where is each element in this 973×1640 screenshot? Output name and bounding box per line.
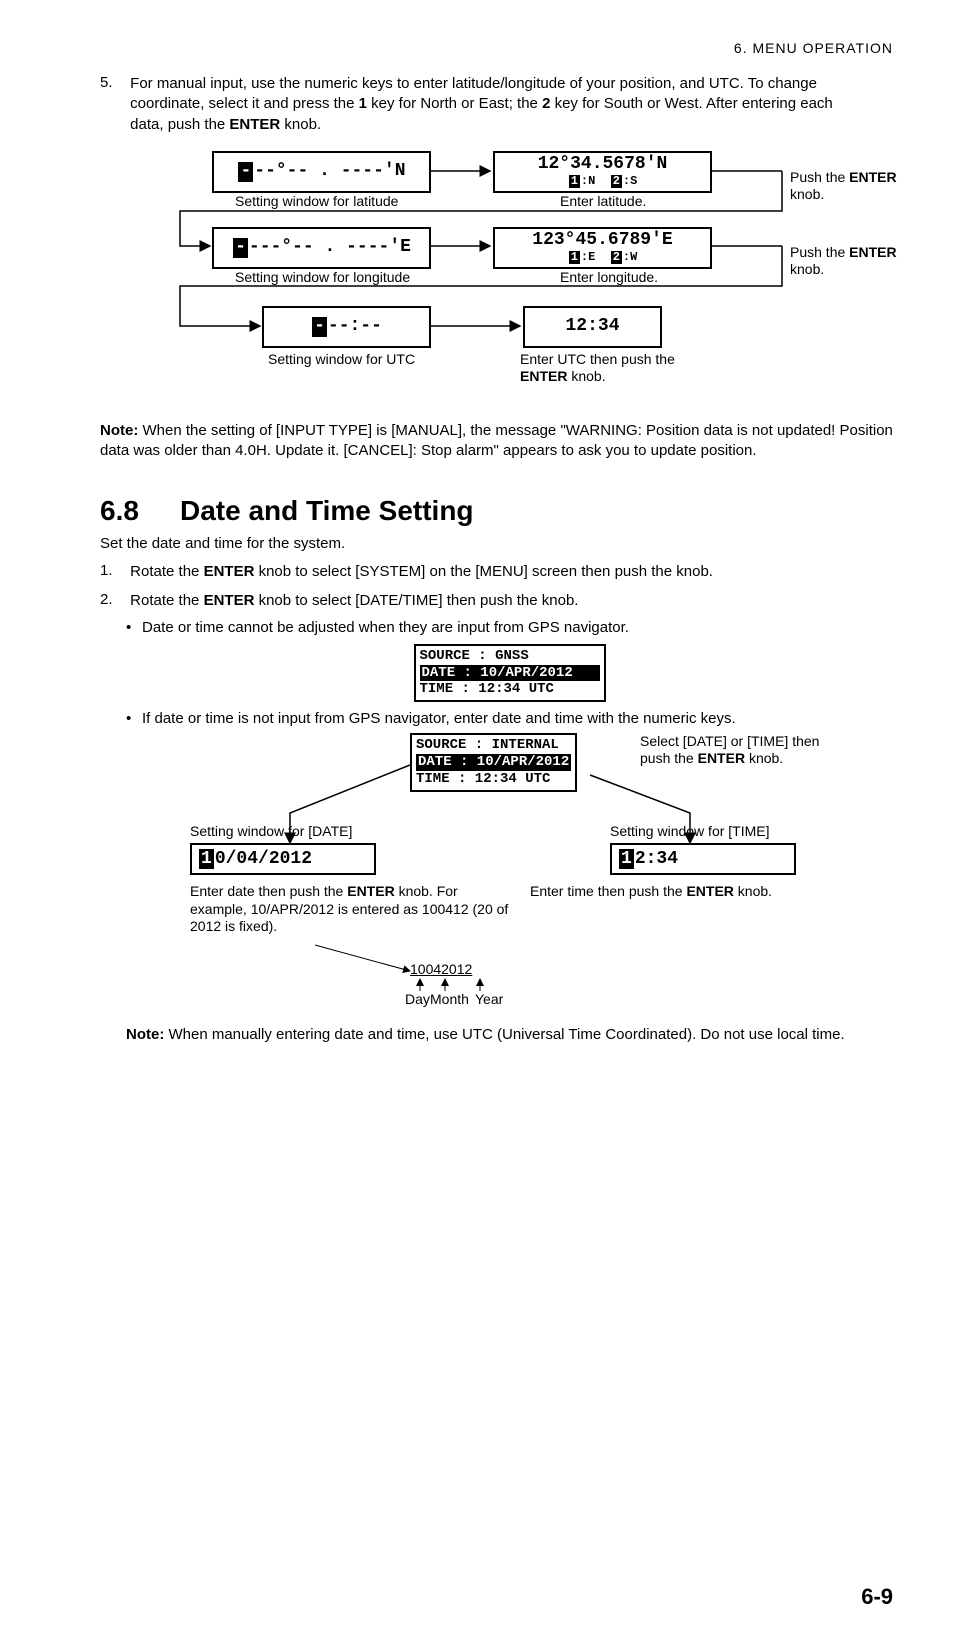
lat-line2: 1:N 2:S [495,175,710,188]
text: If date or time is not input from GPS na… [142,710,736,727]
annot-year: Year [475,991,503,1007]
lcd-source-internal: SOURCE : INTERNAL DATE : 10/APR/2012 TIM… [410,733,577,791]
cap-utc-left: Setting window for UTC [268,351,415,367]
text: Date or time cannot be adjusted when the… [142,619,629,636]
text: ---°-- . ----'E [249,237,411,257]
lcd-lat-entered: 12°34.5678'N 1:N 2:S [493,151,712,193]
cap-lat-left: Setting window for latitude [235,193,398,209]
cap-utc-right: Enter UTC then push the ENTER knob. [520,351,720,385]
lcd-source-gnss: SOURCE : GNSS DATE : 10/APR/2012 TIME : … [414,644,606,702]
step-number: 5. [100,74,126,91]
note-text: When manually entering date and time, us… [164,1026,844,1043]
text: --°-- . ----'N [254,161,405,181]
note-utc: Note: When manually entering date and ti… [126,1025,866,1045]
page: 6. MENU OPERATION 5. For manual input, u… [0,0,973,1640]
section-number: 6.8 [100,495,180,527]
section-title: Date and Time Setting [180,495,474,526]
page-number: 6-9 [861,1584,893,1610]
steps-list: 1. Rotate the ENTER knob to select [SYST… [100,562,893,1045]
note-manual-warning: Note: When the setting of [INPUT TYPE] i… [100,421,893,462]
step-number: 2. [100,591,126,608]
section-intro: Set the date and time for the system. [100,535,893,552]
lcd-time-entry: 12:34 [610,843,796,875]
figure-lat-lon-utc: ---°-- . ----'N 12°34.5678'N 1:N 2:S Set… [140,151,900,411]
note-label: Note: [100,422,138,439]
step-5: 5. For manual input, use the numeric key… [100,74,893,135]
lcd-date-entry: 10/04/2012 [190,843,376,875]
cap-select-date-time: Select [DATE] or [TIME] then push the EN… [640,733,840,767]
annot-10042012: 10042012 [410,961,472,977]
enter-label: ENTER [229,116,280,133]
lcd-lon-blank: ----°-- . ----'E [212,227,431,269]
cap-time-below: Enter time then push the ENTER knob. [530,883,870,899]
figure-date-time-entry: SOURCE : INTERNAL DATE : 10/APR/2012 TIM… [130,733,890,1013]
lcd-lat-blank: ---°-- . ----'N [212,151,431,193]
lcd-lon-entered: 123°45.6789'E 1:E 2:W [493,227,712,269]
annot-day: Day [405,991,430,1007]
cap-push-enter-2: Push the ENTER knob. [790,244,900,278]
lcd-utc-entered: 12:34 [523,306,662,348]
text: key for North or East; the [367,95,542,112]
note-label: Note: [126,1026,164,1043]
text: --:-- [328,316,382,336]
cap-lon-left: Setting window for longitude [235,269,410,285]
text: knob. [280,116,321,133]
bullet-gps-locked: •Date or time cannot be adjusted when th… [126,619,893,702]
page-header: 6. MENU OPERATION [100,40,893,56]
lon-line1: 123°45.6789'E [495,231,710,251]
lcd-utc-blank: ---:-- [262,306,431,348]
step-2: 2. Rotate the ENTER knob to select [DATE… [100,591,893,1046]
cap-time-window: Setting window for [TIME] [610,823,770,839]
key-1: 1 [359,95,367,112]
text: 12:34 [565,316,619,336]
sub-bullets: •Date or time cannot be adjusted when th… [126,619,893,727]
cap-lon-right: Enter longitude. [560,269,658,285]
step-text: For manual input, use the numeric keys t… [130,74,870,135]
note-text: When the setting of [INPUT TYPE] is [MAN… [100,422,893,459]
step-1: 1. Rotate the ENTER knob to select [SYST… [100,562,893,582]
lat-line1: 12°34.5678'N [495,155,710,175]
annot-month: Month [430,991,469,1007]
cap-push-enter-1: Push the ENTER knob. [790,169,900,203]
bullet-manual-entry: •If date or time is not input from GPS n… [126,710,893,727]
step-number: 1. [100,562,126,579]
step-text: Rotate the ENTER knob to select [DATE/TI… [130,591,870,611]
cap-date-window: Setting window for [DATE] [190,823,352,839]
section-heading-6-8: 6.8Date and Time Setting [100,495,893,527]
cap-lat-right: Enter latitude. [560,193,646,209]
lon-line2: 1:E 2:W [495,251,710,264]
cap-date-below: Enter date then push the ENTER knob. For… [190,883,510,936]
step-text: Rotate the ENTER knob to select [SYSTEM]… [130,562,870,582]
